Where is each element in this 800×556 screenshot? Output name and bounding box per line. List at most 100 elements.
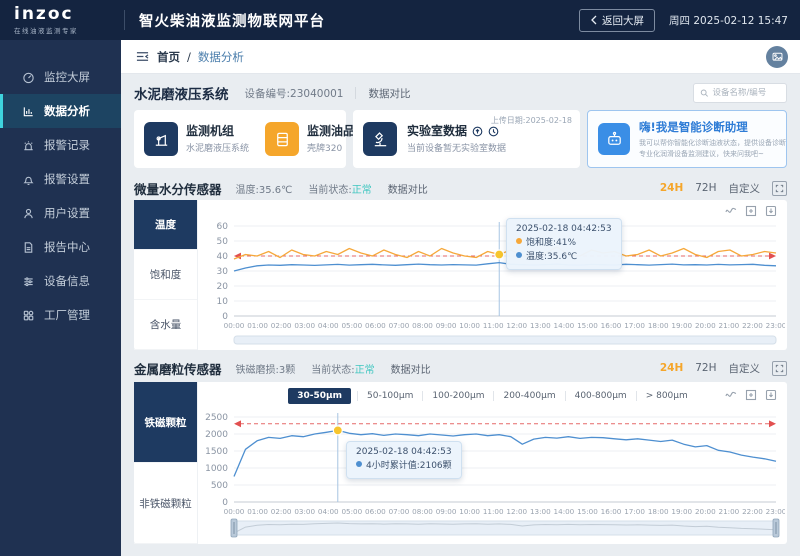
svg-text:16:00: 16:00 [601, 507, 622, 516]
range-24h-button[interactable]: 24H [660, 362, 683, 374]
legend-200-400[interactable]: 200-400μm [493, 391, 564, 401]
water-sensor-metric: 温度:35.6℃ [236, 181, 293, 196]
search-input[interactable] [712, 88, 780, 98]
particle-count-dot [356, 461, 362, 467]
lab-data-card: 上传日期:2025-02-18 实验室数据 当前设备暂无实验室数据 [353, 110, 580, 168]
sidebar-label: 数据分析 [44, 103, 90, 119]
particle-sensor-chart[interactable]: 0500100015002000250000:0001:0002:0003:00… [198, 407, 785, 541]
particle-sensor-chart-area[interactable]: 30-50μm 50-100μm 100-200μm 200-400μm 400… [198, 382, 787, 544]
brand-logo: inzoc 在线油液监测专家 [14, 6, 110, 35]
tab-non-ferromagnetic[interactable]: 非铁磁颗粒 [134, 463, 197, 544]
svg-text:18:00: 18:00 [648, 507, 669, 516]
range-72h-button[interactable]: 72H [695, 362, 716, 374]
svg-text:50: 50 [217, 237, 229, 247]
sidebar-item-device-info[interactable]: 设备信息 [0, 264, 121, 298]
brand-logo-text: inzoc [14, 6, 110, 23]
range-custom-button[interactable]: 自定义 [729, 361, 761, 376]
tooltip-time: 2025-02-18 04:42:53 [516, 223, 612, 237]
svg-text:22:00: 22:00 [742, 321, 763, 330]
ai-assistant-card[interactable]: 嗨!我是智能诊断助理 我可以帮你智能化诊断油液状态，提供设备诊断专业化润滑设备监… [587, 110, 787, 168]
particle-sensor-status: 当前状态:正常 [311, 361, 374, 376]
save-image-icon[interactable] [765, 205, 777, 217]
device-compare-link[interactable]: 数据对比 [368, 86, 410, 101]
lab-subtitle: 当前设备暂无实验室数据 [407, 141, 506, 154]
svg-text:01:00: 01:00 [247, 507, 268, 516]
water-sensor-chart-area[interactable]: 010203040506000:0001:0002:0003:0004:0005… [198, 200, 787, 350]
lab-title: 实验室数据 [407, 124, 467, 140]
water-sensor-title: 微量水分传感器 [134, 179, 222, 198]
user-settings-icon [22, 207, 35, 220]
sidebar-label: 报警设置 [44, 171, 90, 187]
chart-toolbox [725, 389, 777, 401]
sidebar-item-alarm-records[interactable]: 报警记录 [0, 128, 121, 162]
screenshot-button[interactable] [766, 46, 788, 68]
monitor-card: 监测机组 水泥磨液压系统 监测油品 壳牌320 [134, 110, 346, 168]
breadcrumb-separator: / [187, 50, 191, 64]
ai-title: 嗨!我是智能诊断助理 [639, 119, 786, 135]
device-name[interactable]: 水泥磨液压系统 [134, 83, 229, 103]
monitor-oil-group: 监测油品 壳牌320 [265, 122, 355, 156]
device-search[interactable] [693, 83, 787, 103]
tab-water-content[interactable]: 含水量 [134, 300, 197, 350]
water-sensor-status: 当前状态:正常 [308, 181, 371, 196]
photo-icon [771, 50, 784, 63]
range-72h-button[interactable]: 72H [695, 182, 716, 194]
svg-text:10:00: 10:00 [459, 507, 480, 516]
water-chart-tooltip: 2025-02-18 04:42:53 饱和度:41% 温度:35.6℃ [506, 218, 622, 270]
water-sensor-tabs: 温度 饱和度 含水量 [134, 200, 198, 350]
svg-text:20:00: 20:00 [695, 321, 716, 330]
legend-100-200[interactable]: 100-200μm [422, 391, 493, 401]
svg-text:08:00: 08:00 [412, 507, 433, 516]
line-chart-icon[interactable] [725, 389, 737, 401]
svg-text:04:00: 04:00 [318, 507, 339, 516]
breadcrumb-home-link[interactable]: 首页 [157, 49, 180, 65]
line-chart-icon[interactable] [725, 205, 737, 217]
history-icon[interactable] [488, 126, 499, 137]
legend-400-800[interactable]: 400-800μm [565, 391, 636, 401]
svg-text:22:00: 22:00 [742, 507, 763, 516]
sidebar-item-data-analysis[interactable]: 数据分析 [0, 94, 121, 128]
sidebar-item-alarm-settings[interactable]: 报警设置 [0, 162, 121, 196]
svg-text:05:00: 05:00 [341, 321, 362, 330]
tooltip-time: 2025-02-18 04:42:53 [356, 446, 452, 460]
fullscreen-icon[interactable] [772, 181, 787, 196]
upload-icon[interactable] [472, 126, 483, 137]
zoom-box-icon[interactable] [745, 205, 757, 217]
zoom-box-icon[interactable] [745, 389, 757, 401]
legend-30-50[interactable]: 30-50μm [288, 388, 351, 404]
svg-text:18:00: 18:00 [648, 321, 669, 330]
divider [355, 87, 356, 99]
menu-fold-icon[interactable] [135, 50, 150, 63]
tab-saturation[interactable]: 饱和度 [134, 250, 197, 300]
sidebar-item-report-center[interactable]: 报告中心 [0, 230, 121, 264]
app-header: inzoc 在线油液监测专家 智火柴油液监测物联网平台 返回大屏 周四 2025… [0, 0, 800, 40]
sidebar-label: 用户设置 [44, 205, 90, 221]
svg-text:15:00: 15:00 [577, 321, 598, 330]
tab-temperature[interactable]: 温度 [134, 200, 197, 250]
svg-text:03:00: 03:00 [294, 507, 315, 516]
svg-text:20:00: 20:00 [695, 507, 716, 516]
svg-text:12:00: 12:00 [506, 507, 527, 516]
fullscreen-icon[interactable] [772, 361, 787, 376]
breadcrumb: 首页 / 数据分析 [135, 49, 244, 65]
back-to-bigscreen-button[interactable]: 返回大屏 [579, 9, 655, 32]
sidebar-item-factory-management[interactable]: 工厂管理 [0, 298, 121, 332]
range-custom-button[interactable]: 自定义 [729, 181, 761, 196]
data-analysis-icon [22, 105, 35, 118]
svg-text:00:00: 00:00 [224, 321, 245, 330]
sidebar-item-monitor-screen[interactable]: 监控大屏 [0, 60, 121, 94]
tab-ferromagnetic[interactable]: 铁磁颗粒 [134, 382, 197, 463]
legend-50-100[interactable]: 50-100μm [357, 391, 422, 401]
sidebar-item-user-settings[interactable]: 用户设置 [0, 196, 121, 230]
particle-sensor-compare-link[interactable]: 数据对比 [391, 361, 431, 376]
legend-800plus[interactable]: > 800μm [636, 391, 697, 401]
water-sensor-compare-link[interactable]: 数据对比 [388, 181, 428, 196]
water-sensor-chart[interactable]: 010203040506000:0001:0002:0003:0004:0005… [198, 214, 785, 348]
report-center-icon [22, 241, 35, 254]
svg-text:17:00: 17:00 [624, 507, 645, 516]
breadcrumb-current: 数据分析 [198, 49, 244, 65]
svg-text:30: 30 [217, 267, 229, 277]
svg-text:40: 40 [217, 252, 229, 262]
range-24h-button[interactable]: 24H [660, 182, 683, 194]
save-image-icon[interactable] [765, 389, 777, 401]
